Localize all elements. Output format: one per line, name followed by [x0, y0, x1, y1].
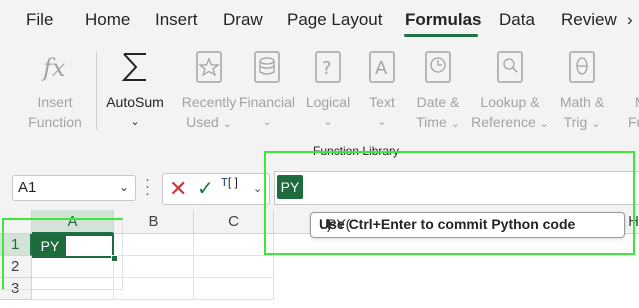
database-book-icon [254, 51, 280, 83]
lookup-reference-button[interactable]: Lookup & Reference ⌄ [470, 40, 550, 150]
svg-text:fx: fx [41, 54, 66, 82]
formulas-ribbon: fx Insert Function AutoSum ⌄ Recently Used … [0, 40, 639, 162]
date-time-button[interactable]: Date & Time ⌄ [409, 40, 467, 150]
tab-overflow-chevron-icon[interactable]: › [627, 10, 633, 30]
cell-b3[interactable] [114, 278, 194, 300]
financial-button[interactable]: Financial ⌄ [234, 40, 300, 150]
fx-icon: fx [41, 54, 66, 82]
tab-data[interactable]: Data [499, 10, 535, 30]
cell-c2[interactable] [194, 256, 274, 278]
tab-formulas[interactable]: Formulas [405, 10, 482, 30]
cancel-icon[interactable]: ✕ [169, 176, 187, 202]
svg-text:A: A [375, 58, 388, 79]
text-functions-button[interactable]: A Text ⌄ [360, 40, 404, 150]
formula-bar-highlight [264, 151, 635, 255]
tab-file[interactable]: File [26, 10, 53, 30]
math-trig-button[interactable]: Math & Trig ⌄ [553, 40, 611, 150]
theta-book-icon [569, 51, 595, 83]
ribbon-separator [96, 52, 97, 130]
active-cell-highlight [2, 218, 123, 290]
insert-function-button[interactable]: fx Insert Function [22, 40, 88, 150]
active-tab-indicator [404, 34, 478, 37]
tab-draw[interactable]: Draw [223, 10, 263, 30]
cell-b1[interactable] [114, 234, 194, 256]
clock-book-icon [425, 51, 451, 83]
tab-home[interactable]: Home [85, 10, 130, 30]
svg-text:?: ? [322, 58, 332, 79]
ribbon-tab-bar: File Home Insert Draw Page Layout Formul… [0, 0, 639, 40]
magnifier-book-icon [497, 51, 523, 83]
letter-a-book-icon: A [369, 51, 395, 83]
star-book-icon [196, 51, 222, 83]
column-header-c[interactable]: C [194, 210, 274, 234]
question-book-icon: ? [315, 51, 341, 83]
column-header-b[interactable]: B [114, 210, 194, 234]
sigma-icon [121, 53, 146, 81]
cell-b2[interactable] [114, 256, 194, 278]
chevron-down-icon[interactable]: ⌄ [119, 180, 129, 194]
cell-c3[interactable] [194, 278, 274, 300]
formula-buttons: ✕ ✓ т[ ] ⌄ [162, 173, 270, 205]
name-box[interactable]: A1 ⌄ [12, 175, 136, 201]
more-functions-button[interactable]: MFun [613, 40, 639, 150]
chevron-down-icon[interactable]: ⌄ [253, 182, 262, 195]
enter-check-icon[interactable]: ✓ [197, 176, 214, 201]
tab-review[interactable]: Review [561, 10, 617, 30]
tab-page-layout[interactable]: Page Layout [287, 10, 382, 30]
cell-c1[interactable] [194, 234, 274, 256]
autosum-button[interactable]: AutoSum ⌄ [102, 40, 168, 150]
more-options-icon[interactable]: · · · [145, 172, 150, 201]
tab-insert[interactable]: Insert [155, 10, 198, 30]
logical-button[interactable]: ? Logical ⌄ [297, 40, 359, 150]
insert-python-icon[interactable]: т[ ] [221, 173, 238, 190]
